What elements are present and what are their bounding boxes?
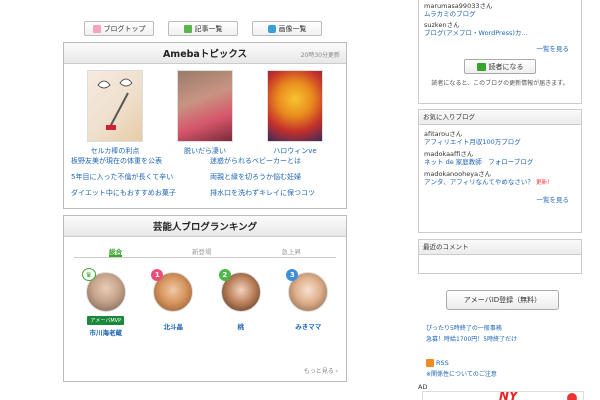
topic-image[interactable] (87, 70, 143, 142)
selfie-stick-illustration (97, 78, 133, 130)
readers-more-link[interactable]: 一覧を見る (419, 43, 581, 53)
topic-link[interactable]: 迷惑がられるベビーカーとは (210, 156, 341, 166)
entries-label: 記事一覧 (194, 24, 223, 33)
update-badge: 更新！ (535, 180, 553, 186)
reader-button[interactable]: 読者になる (464, 59, 536, 74)
topics-title: Amebaトピックス (162, 49, 248, 60)
ranker-item[interactable]: ♛ アメーバMVP 市川海老蔵 (76, 268, 136, 337)
rss-label: RSS (436, 359, 449, 367)
ad-link[interactable]: ぴったり5時終了の一般事務 (426, 323, 502, 332)
tab-rising[interactable]: 急上昇 (282, 246, 302, 257)
topic-thumb[interactable]: ハロウィンve (259, 70, 331, 156)
reader-icon (476, 62, 486, 71)
reader-blog[interactable]: ムラカミのブログ (424, 10, 581, 18)
rss-icon (426, 359, 434, 367)
ranker-name[interactable]: 北斗晶 (143, 321, 203, 331)
tab-overall[interactable]: 総合 (109, 246, 122, 257)
favorite-blog[interactable]: アンタ、アフィリなんてやめなさい？ (424, 178, 534, 186)
ranking-title: 芸能人ブログランキング (152, 222, 258, 233)
reader-note: 読者になると、このブログの更新情報が届きます。 (431, 80, 569, 87)
topic-link[interactable]: ダイエット中にもおすすめお菓子 (71, 188, 202, 198)
ad-link[interactable]: 急募！時給1700円！5時終了だけ (426, 334, 517, 343)
ad-label: AD (418, 383, 428, 391)
favorites-more-link[interactable]: 一覧を見る (419, 194, 581, 204)
rss-link[interactable]: RSS (426, 359, 449, 367)
topic-thumb[interactable]: 脱いだら凄い (169, 70, 241, 156)
topic-caption[interactable]: 脱いだら凄い (169, 146, 241, 156)
favorite-name[interactable]: madokanooheyaさん (424, 170, 581, 178)
ranker-name[interactable]: 桃 (211, 321, 271, 331)
document-icon (183, 24, 192, 33)
topic-thumb[interactable]: セルカ棒の利点 (79, 70, 151, 156)
rank-badge: 2 (218, 269, 231, 281)
topic-link[interactable]: 両親と縁を切ろうか悩む妊婦 (210, 172, 341, 182)
favorite-item[interactable]: madokaaffiさん ネット de 家庭教師 フォローブログ (419, 150, 581, 166)
topic-image[interactable] (177, 70, 233, 142)
topic-link[interactable]: 板野友美が現在の体重を公表 (71, 156, 202, 166)
favorite-name[interactable]: afitarouさん (424, 130, 581, 138)
ranker-name[interactable]: 市川海老蔵 (76, 327, 136, 337)
rss-note-link[interactable]: ※関係性についてのご注意 (426, 369, 497, 378)
topics-header: Amebaトピックス 20時30分更新 (64, 43, 346, 64)
topic-caption[interactable]: セルカ棒の利点 (79, 146, 151, 156)
favorite-blog[interactable]: アフィリエイト月収100万ブログ (424, 138, 581, 146)
comments-box: 最近のコメント (418, 239, 582, 274)
ranker-list: ♛ アメーバMVP 市川海老蔵 1 北斗晶 2 桃 3 みきママ (72, 268, 342, 337)
blog-nav: ブログトップ 記事一覧 画像一覧 (84, 21, 322, 36)
camera-icon (267, 24, 276, 33)
favorites-box: お気に入りブログ afitarouさん アフィリエイト月収100万ブログ mad… (418, 109, 582, 233)
reader-button-label: 読者になる (488, 62, 524, 71)
reader-item[interactable]: suzkenさん ブログ(アメプロ・WordPress)カ… (419, 21, 581, 37)
ranker-item[interactable]: 1 北斗晶 (143, 269, 203, 337)
tab-new[interactable]: 新登場 (192, 246, 212, 257)
comments-title: 最近のコメント (419, 240, 581, 255)
topics-panel: Amebaトピックス 20時30分更新 セルカ棒の利点 脱いだら凄い ハロウィン… (63, 42, 347, 209)
mvp-tag: アメーバMVP (87, 316, 125, 325)
ad-close-icon[interactable] (567, 393, 577, 400)
reader-name[interactable]: marumasa99033さん (424, 2, 581, 10)
topic-thumbnails: セルカ棒の利点 脱いだら凄い ハロウィンve (64, 70, 346, 156)
favorites-title: お気に入りブログ (419, 110, 581, 125)
topic-link[interactable]: 排水口を洗わずキレイに保つコツ (210, 188, 341, 198)
images-button[interactable]: 画像一覧 (252, 21, 322, 36)
topics-updated: 20時30分更新 (300, 52, 340, 59)
topic-link[interactable]: 5年目に入った不倫が長くて辛い (71, 172, 202, 182)
favorite-item[interactable]: madokanooheyaさん アンタ、アフィリなんてやめなさい？ 更新！ (419, 170, 581, 187)
ad-banner[interactable]: NY (422, 391, 584, 400)
blog-top-label: ブログトップ (103, 24, 146, 33)
reader-name[interactable]: suzkenさん (424, 21, 581, 29)
topic-caption[interactable]: ハロウィンve (259, 146, 331, 156)
ranker-item[interactable]: 3 みきママ (278, 269, 338, 337)
blog-top-button[interactable]: ブログトップ (84, 21, 154, 36)
calendar-icon (92, 24, 101, 33)
favorite-name[interactable]: madokaaffiさん (424, 150, 581, 158)
images-label: 画像一覧 (278, 24, 307, 33)
favorite-blog[interactable]: ネット de 家庭教師 フォローブログ (424, 158, 581, 166)
favorite-item[interactable]: afitarouさん アフィリエイト月収100万ブログ (419, 130, 581, 146)
ad-banner-text: NY (499, 391, 518, 400)
ranker-item[interactable]: 2 桃 (211, 269, 271, 337)
ranking-tabs: 総合 新登場 急上昇 (74, 246, 336, 258)
ranking-panel: 芸能人ブログランキング 総合 新登場 急上昇 ♛ アメーバMVP 市川海老蔵 1… (63, 215, 347, 382)
topic-image[interactable] (267, 70, 323, 142)
register-button[interactable]: アメーバID登録（無料） (446, 290, 559, 310)
entries-button[interactable]: 記事一覧 (168, 21, 238, 36)
topic-links: 板野友美が現在の体重を公表 迷惑がられるベビーカーとは 5年目に入った不倫が長く… (71, 156, 341, 198)
ranking-more-link[interactable]: もっと見る › (304, 366, 338, 375)
reader-item[interactable]: marumasa99033さん ムラカミのブログ (419, 2, 581, 18)
readers-box: marumasa99033さん ムラカミのブログ suzkenさん ブログ(アメ… (418, 0, 582, 104)
ranker-name[interactable]: みきママ (278, 321, 338, 331)
ranking-header: 芸能人ブログランキング (64, 216, 346, 237)
reader-blog[interactable]: ブログ(アメプロ・WordPress)カ… (424, 29, 581, 37)
crown-icon: ♛ (81, 268, 96, 281)
